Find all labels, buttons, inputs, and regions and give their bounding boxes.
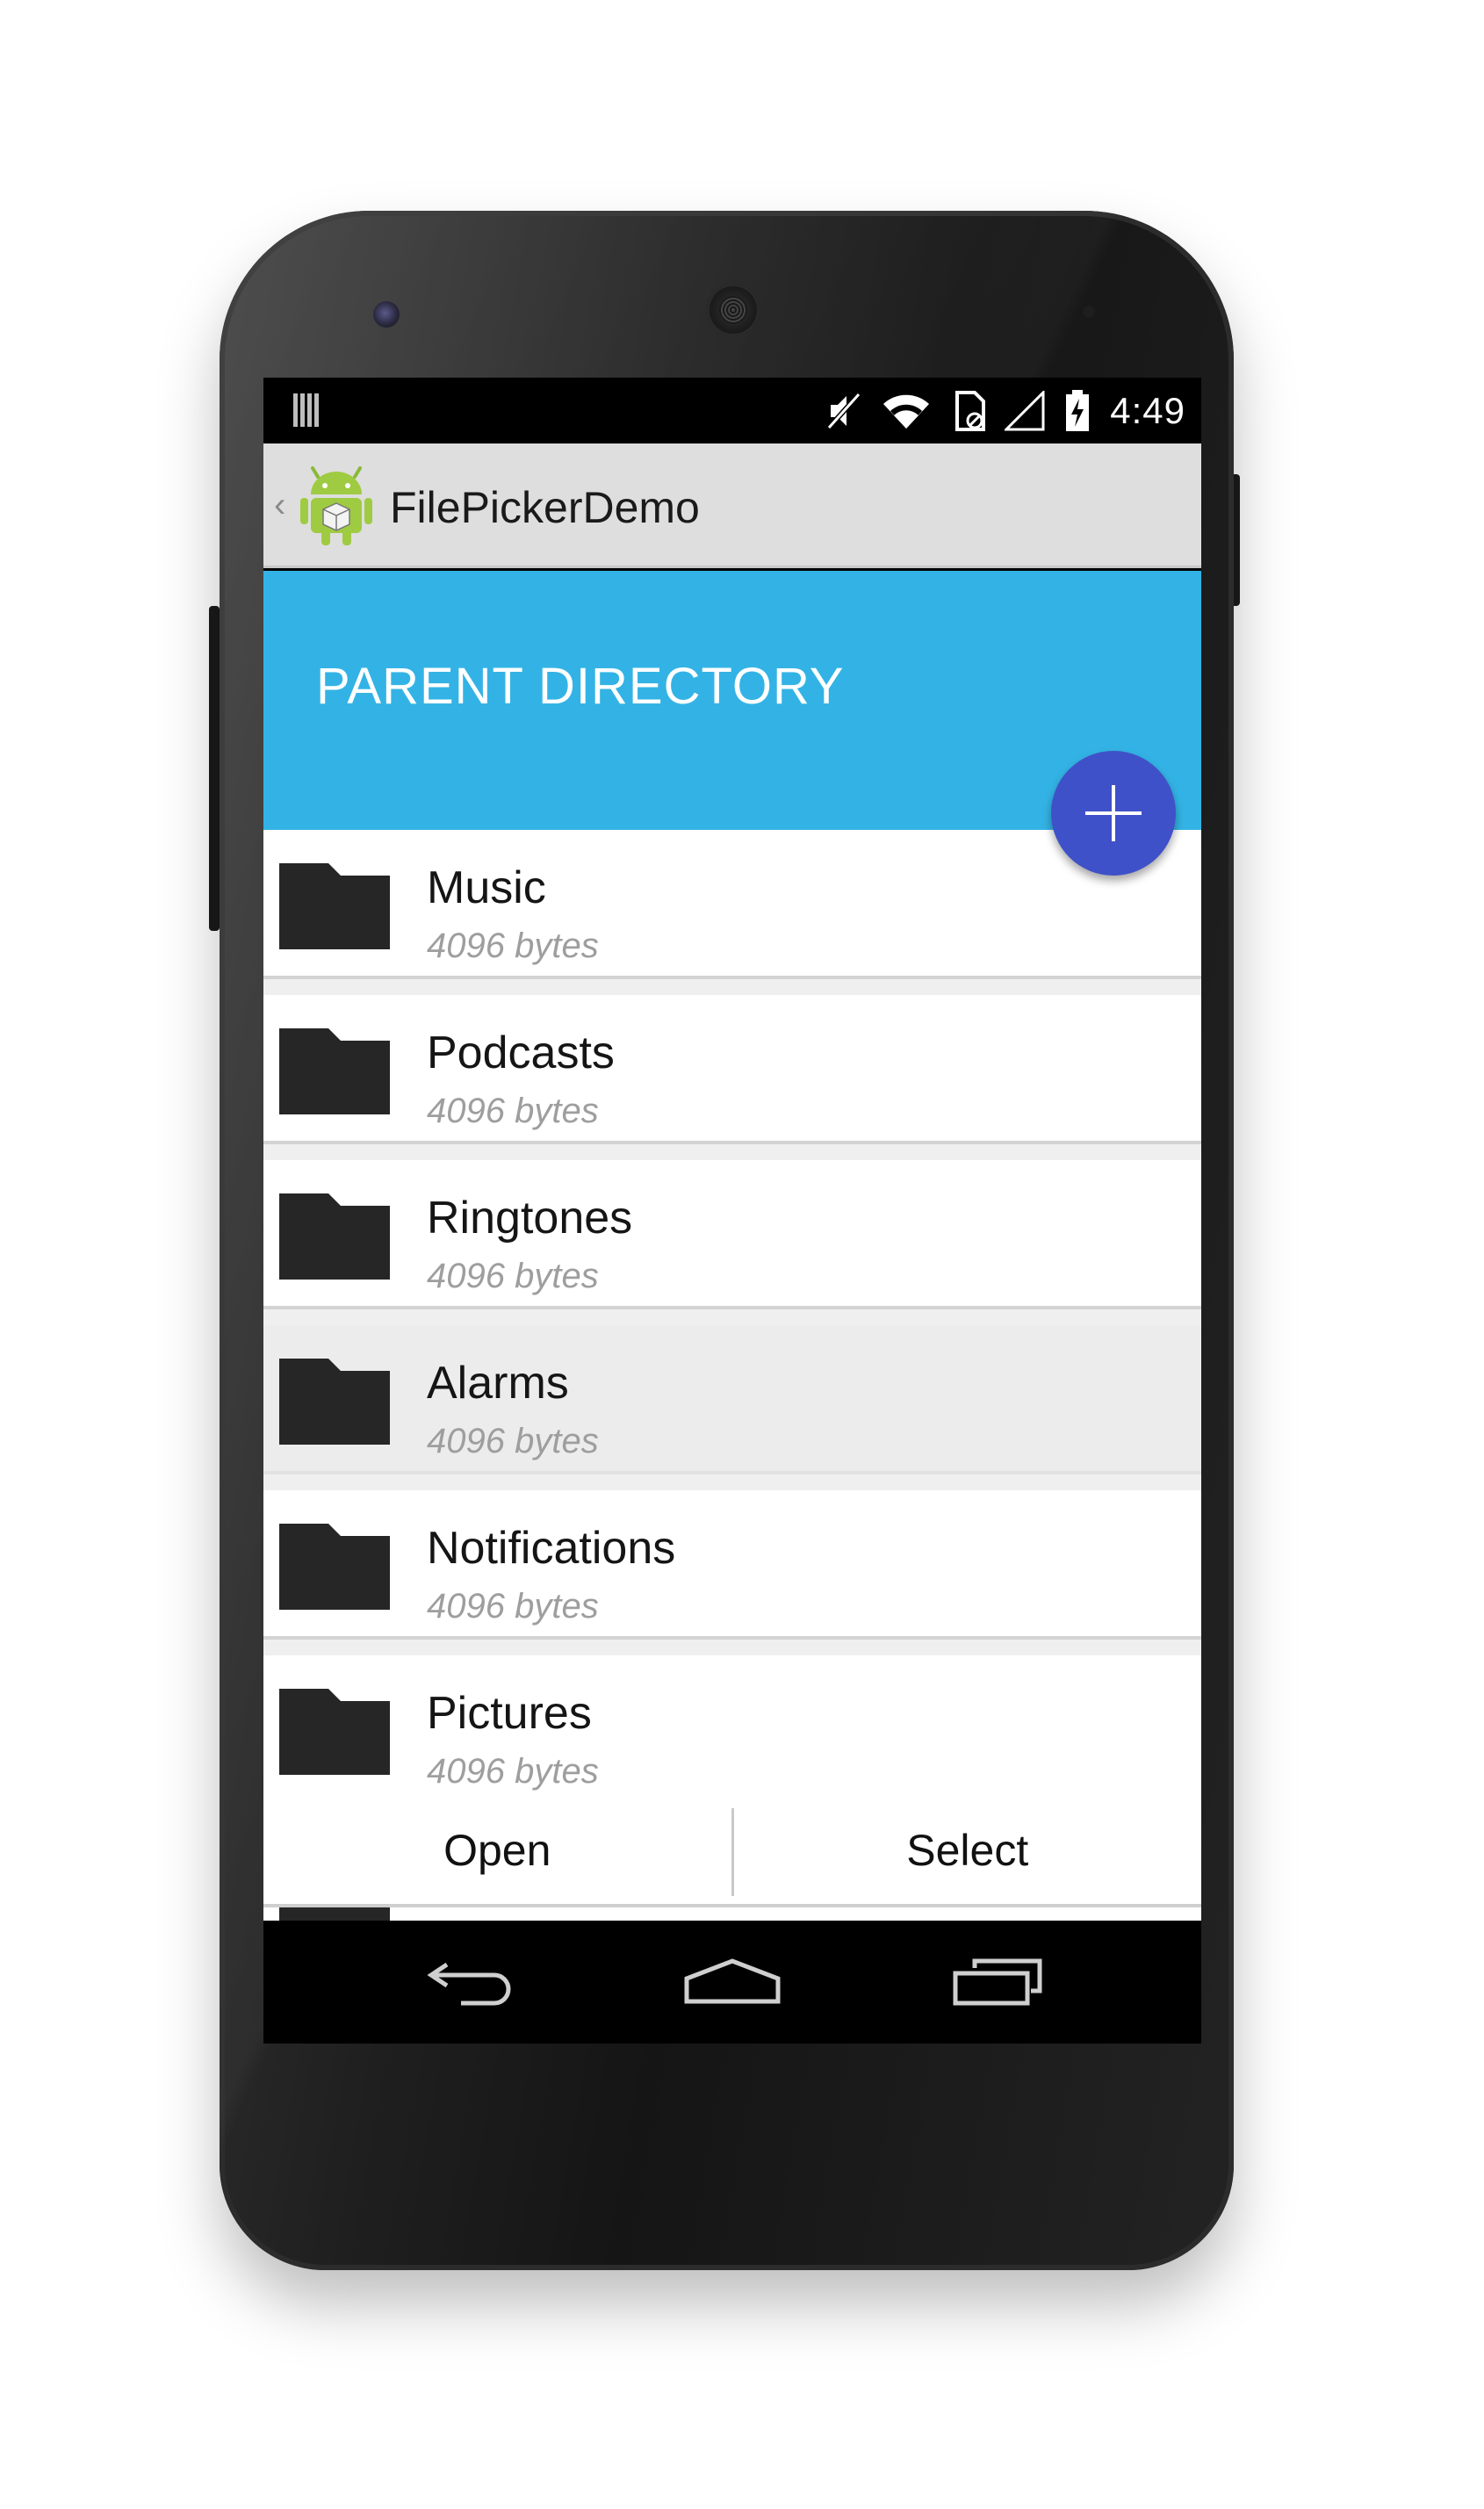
file-size: 4096 bytes	[427, 1257, 599, 1295]
mute-icon	[827, 392, 861, 430]
light-sensor	[1083, 306, 1095, 318]
signal-icon	[1005, 391, 1045, 431]
battery-charging-icon	[1066, 390, 1090, 431]
front-camera	[373, 301, 400, 328]
list-item[interactable]: Notifications 4096 bytes	[263, 1490, 1201, 1640]
recents-icon	[953, 1958, 1042, 2006]
back-button[interactable]	[419, 1947, 524, 2017]
file-size: 4096 bytes	[427, 1587, 599, 1626]
home-button[interactable]	[680, 1947, 785, 2017]
proximity-sensor	[1048, 306, 1060, 318]
file-name: Pictures	[427, 1688, 592, 1739]
folder-icon	[279, 1359, 390, 1445]
file-size: 4096 bytes	[427, 1422, 599, 1460]
file-list[interactable]: Music 4096 bytes Podcasts 4096 bytes Rin…	[263, 830, 1201, 1950]
file-size: 4096 bytes	[427, 1752, 599, 1791]
file-name: Podcasts	[427, 1027, 615, 1078]
status-bar: 4:49	[263, 378, 1201, 443]
parent-directory-title[interactable]: PARENT DIRECTORY	[316, 657, 845, 716]
notification-icon	[293, 393, 323, 429]
folder-icon	[279, 1689, 390, 1775]
add-icon	[1085, 785, 1142, 841]
file-name: Alarms	[427, 1358, 569, 1409]
wifi-icon	[883, 394, 930, 429]
folder-icon	[279, 1028, 390, 1114]
file-name: Notifications	[427, 1523, 676, 1574]
open-button[interactable]: Open	[263, 1797, 731, 1904]
file-size: 4096 bytes	[427, 1092, 599, 1130]
list-item[interactable]: Music 4096 bytes	[263, 830, 1201, 979]
folder-icon	[279, 1193, 390, 1280]
back-icon	[427, 1962, 511, 2006]
file-size: 4096 bytes	[427, 926, 599, 965]
folder-icon	[279, 1524, 390, 1610]
sd-card-icon	[955, 391, 986, 431]
android-app-icon[interactable]	[300, 465, 372, 547]
list-item[interactable]: Ringtones 4096 bytes	[263, 1160, 1201, 1309]
volume-rocker	[209, 606, 220, 931]
file-name: Music	[427, 862, 546, 913]
up-caret-icon[interactable]: ‹	[274, 486, 285, 525]
file-name: Ringtones	[427, 1193, 633, 1244]
folder-icon	[279, 863, 390, 949]
navigation-bar	[263, 1921, 1201, 2044]
status-time: 4:49	[1110, 390, 1185, 431]
select-button[interactable]: Select	[734, 1797, 1202, 1904]
list-item[interactable]: Podcasts 4096 bytes	[263, 995, 1201, 1144]
action-bar: ‹ FilePickerDemo	[263, 443, 1201, 568]
button-bar: Open Select	[263, 1797, 1201, 1907]
list-item[interactable]: Pictures 4096 bytes	[263, 1655, 1201, 1805]
screen: 4:49 ‹ FilePickerDemo PARENT DIRECTORY M…	[263, 378, 1201, 2044]
app-title: FilePickerDemo	[390, 483, 700, 532]
home-icon	[684, 1958, 781, 2004]
list-item[interactable]: Alarms 4096 bytes	[263, 1325, 1201, 1474]
earpiece-speaker	[707, 284, 760, 336]
add-button[interactable]	[1051, 751, 1176, 876]
recents-button[interactable]	[945, 1947, 1050, 2017]
